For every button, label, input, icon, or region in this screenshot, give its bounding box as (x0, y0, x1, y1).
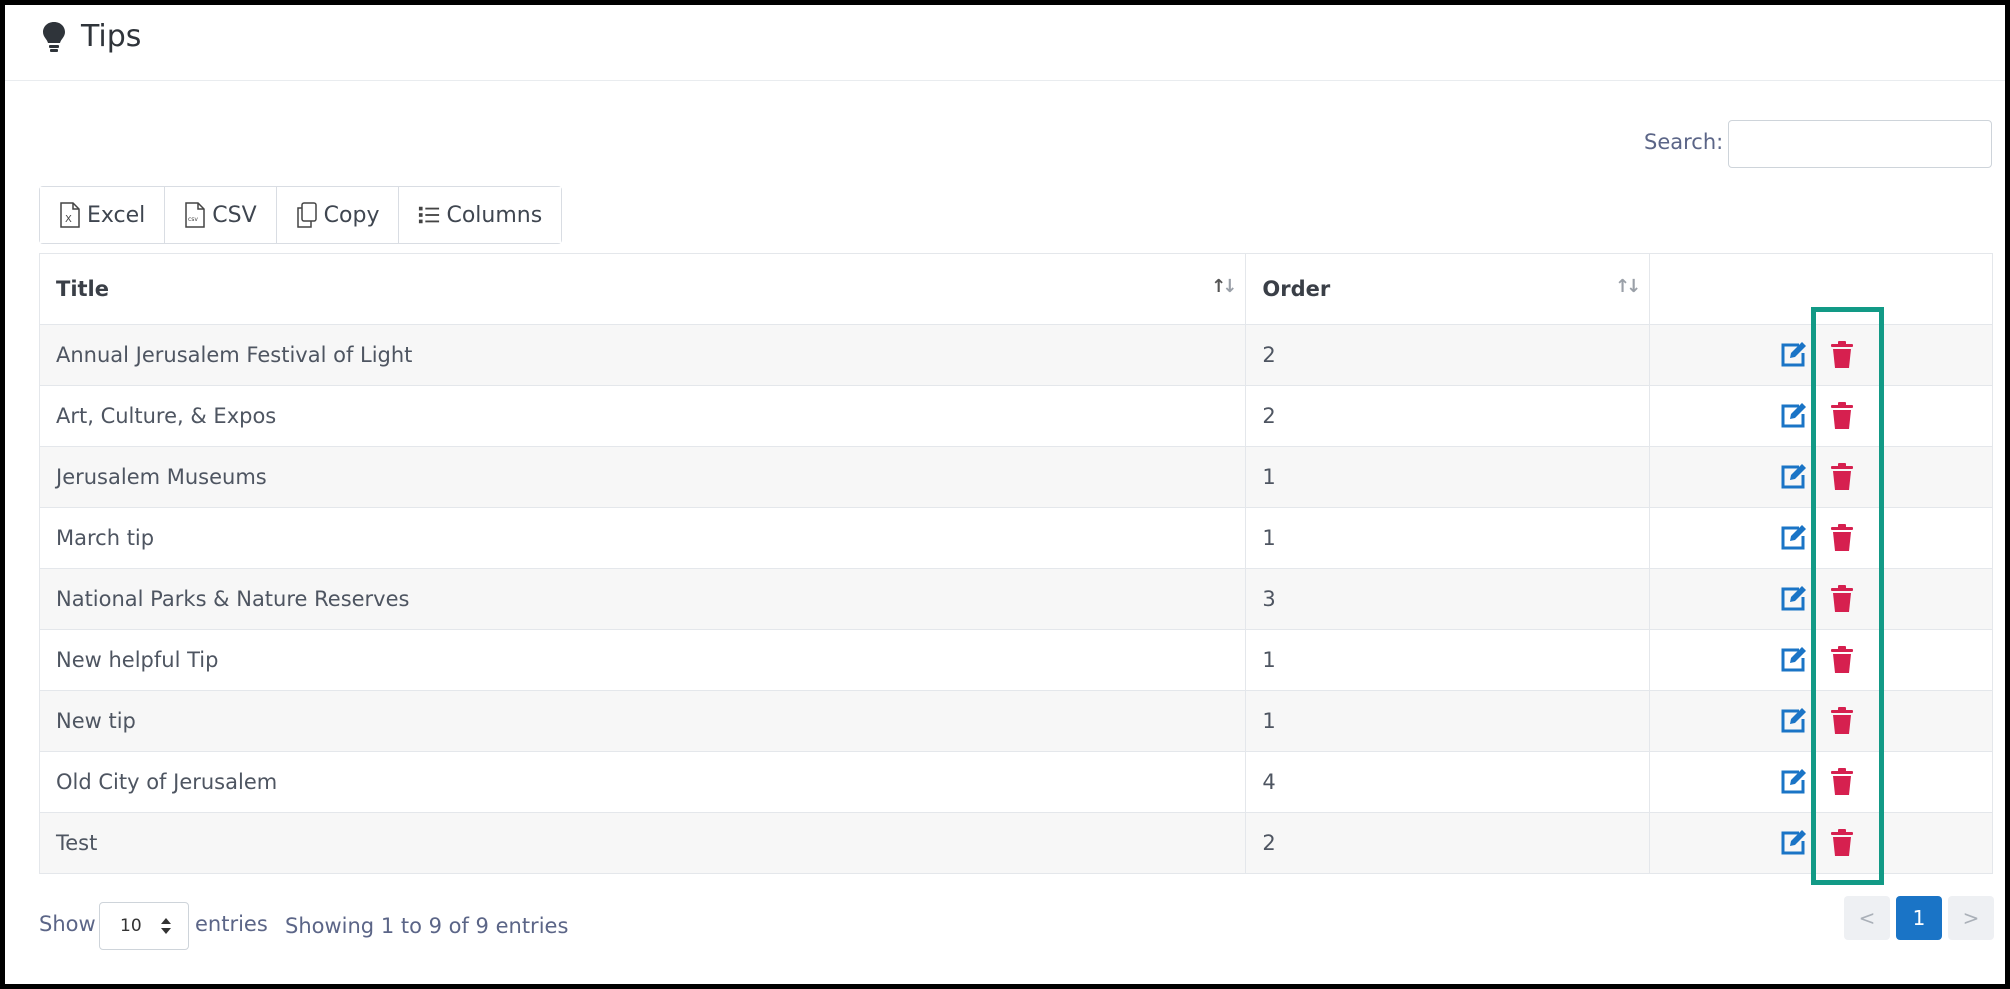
edit-icon[interactable] (1779, 341, 1807, 369)
table-row: Annual Jerusalem Festival of Light 2 (38, 324, 1993, 386)
export-button-group: X Excel csv CSV Copy Columns (39, 186, 563, 244)
copy-button-label: Copy (323, 202, 380, 228)
csv-button-label: CSV (212, 202, 257, 228)
entries-label: entries (195, 912, 268, 936)
sort-icon: ↑↓ (1211, 276, 1237, 297)
table-row: Jerusalem Museums 1 (38, 446, 1993, 508)
cell-title: March tip (38, 507, 1247, 569)
edit-icon[interactable] (1779, 402, 1807, 430)
csv-file-icon: csv (185, 202, 206, 228)
column-header-order[interactable]: Order ↑↓ (1245, 253, 1651, 325)
chevron-left-icon: < (1858, 906, 1876, 930)
table-row: Test 2 (38, 812, 1993, 874)
column-header-order-label: Order (1262, 277, 1331, 301)
columns-button[interactable]: Columns (399, 187, 562, 243)
cell-title: Art, Culture, & Expos (38, 385, 1247, 447)
table-info: Showing 1 to 9 of 9 entries (285, 914, 569, 938)
table-header-row: Title ↑↓ Order ↑↓ (38, 253, 1993, 325)
edit-icon[interactable] (1779, 707, 1807, 735)
table-row: Art, Culture, & Expos 2 (38, 385, 1993, 447)
excel-button-label: Excel (87, 202, 146, 228)
chevron-right-icon: > (1962, 906, 1980, 930)
search-label: Search: (1644, 130, 1724, 154)
edit-icon[interactable] (1779, 524, 1807, 552)
excel-file-icon: X (60, 202, 80, 228)
copy-icon (296, 202, 317, 228)
copy-button[interactable]: Copy (276, 187, 400, 243)
table-row: National Parks & Nature Reserves 3 (38, 568, 1993, 630)
entries-select-value: 10 (120, 916, 142, 936)
edit-icon[interactable] (1779, 646, 1807, 674)
cell-title: Jerusalem Museums (38, 446, 1247, 508)
cell-order: 3 (1245, 568, 1651, 630)
cell-order: 2 (1245, 812, 1651, 874)
lightbulb-icon (43, 22, 65, 52)
column-header-title-label: Title (56, 277, 110, 301)
list-icon (419, 206, 440, 224)
cell-title: National Parks & Nature Reserves (38, 568, 1247, 630)
table-row: Old City of Jerusalem 4 (38, 751, 1993, 813)
edit-icon[interactable] (1779, 768, 1807, 796)
csv-button[interactable]: csv CSV (165, 187, 277, 243)
sort-icon: ↑↓ (1615, 276, 1641, 297)
search-input[interactable] (1728, 120, 1992, 168)
pagination-next-button[interactable]: > (1948, 896, 1994, 940)
edit-icon[interactable] (1779, 585, 1807, 613)
edit-icon[interactable] (1779, 829, 1807, 857)
show-label: Show (39, 912, 96, 936)
table-row: New tip 1 (38, 690, 1993, 752)
page-title: Tips (81, 19, 142, 54)
table-row: March tip 1 (38, 507, 1993, 569)
sort-caret-icon (161, 918, 171, 934)
cell-title: Test (38, 812, 1247, 874)
tips-table: Title ↑↓ Order ↑↓ Annual Jerusalem Festiva… (38, 253, 1993, 874)
actions-highlight-box (1811, 307, 1884, 885)
cell-title: Old City of Jerusalem (38, 751, 1247, 813)
cell-order: 4 (1245, 751, 1651, 813)
pagination-page-label: 1 (1912, 906, 1926, 930)
entries-select[interactable]: 10 (99, 902, 189, 950)
excel-button[interactable]: X Excel (40, 187, 166, 243)
cell-title: Annual Jerusalem Festival of Light (38, 324, 1247, 386)
columns-button-label: Columns (446, 202, 543, 228)
page-header: Tips (5, 5, 2005, 81)
cell-order: 2 (1245, 324, 1651, 386)
table-row: New helpful Tip 1 (38, 629, 1993, 691)
cell-order: 1 (1245, 507, 1651, 569)
cell-order: 1 (1245, 690, 1651, 752)
cell-title: New helpful Tip (38, 629, 1247, 691)
cell-order: 1 (1245, 446, 1651, 508)
edit-icon[interactable] (1779, 463, 1807, 491)
cell-title: New tip (38, 690, 1247, 752)
pagination-prev-button[interactable]: < (1844, 896, 1890, 940)
pagination-page-1[interactable]: 1 (1896, 896, 1942, 940)
svg-text:X: X (65, 214, 72, 225)
column-header-title[interactable]: Title ↑↓ (38, 253, 1247, 325)
cell-order: 1 (1245, 629, 1651, 691)
svg-text:csv: csv (188, 216, 198, 223)
cell-order: 2 (1245, 385, 1651, 447)
